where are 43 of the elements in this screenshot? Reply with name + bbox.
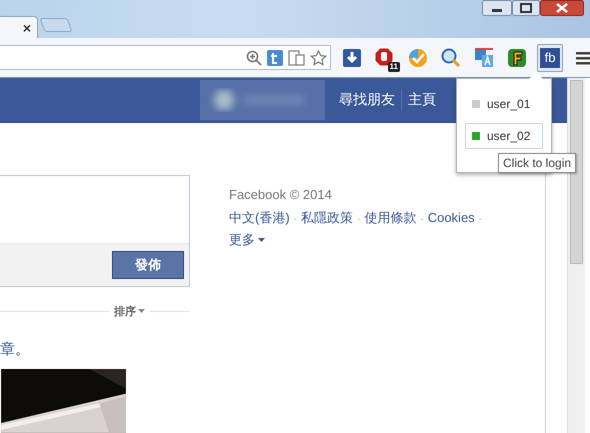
scroll-thumb[interactable]: [570, 80, 583, 264]
post-text: 。: [15, 340, 30, 358]
footer-link[interactable]: Cookies: [428, 210, 475, 225]
count-badge: 11: [388, 62, 400, 72]
extension-button[interactable]: 11: [372, 44, 398, 72]
translate-icon: [474, 48, 494, 68]
post-button[interactable]: 發佈: [112, 251, 184, 280]
browser-tab[interactable]: ×: [0, 16, 38, 38]
magnifier-icon: [441, 48, 461, 68]
letter-f-icon: [507, 48, 527, 68]
address-field[interactable]: [0, 45, 331, 70]
more-link[interactable]: 更多: [229, 231, 265, 249]
menu-icon[interactable]: [576, 50, 590, 64]
maximize-button[interactable]: [512, 0, 540, 16]
extension-button[interactable]: fb: [537, 44, 563, 72]
footer-link[interactable]: 私隱政策: [301, 209, 354, 227]
close-tab-button[interactable]: ×: [22, 20, 31, 36]
check-icon: [408, 48, 428, 68]
caret-icon: [258, 238, 265, 242]
caret-icon: [138, 309, 145, 314]
footer-link[interactable]: 中文(香港): [229, 209, 290, 227]
separator-dot: ·: [356, 214, 362, 225]
devices-icon[interactable]: [288, 50, 305, 66]
footer-link[interactable]: 使用條款: [364, 209, 416, 227]
close-window-button[interactable]: [540, 0, 584, 16]
zoom-icon[interactable]: [246, 50, 262, 66]
post-link[interactable]: 章: [0, 340, 15, 358]
nav-link[interactable]: 尋找朋友: [333, 91, 401, 109]
account-item[interactable]: user_01: [465, 91, 543, 117]
minimize-button[interactable]: [482, 0, 512, 16]
download-icon: [343, 48, 361, 66]
tooltip: Click to login: [498, 153, 576, 173]
separator-dot: ·: [419, 214, 425, 225]
copyright-text: Facebook © 2014: [229, 187, 332, 202]
separator-dot: ·: [478, 214, 484, 225]
letter-t-icon[interactable]: [267, 50, 283, 66]
post-composer[interactable]: 發佈: [0, 175, 190, 288]
account-item[interactable]: user_02: [465, 123, 543, 149]
sort-dropdown[interactable]: 排序: [109, 304, 150, 319]
separator-dot: ·: [292, 214, 298, 225]
nav-link[interactable]: 主頁: [402, 91, 442, 109]
fb-logo-icon: fb: [540, 48, 560, 68]
star-icon[interactable]: [310, 50, 327, 66]
